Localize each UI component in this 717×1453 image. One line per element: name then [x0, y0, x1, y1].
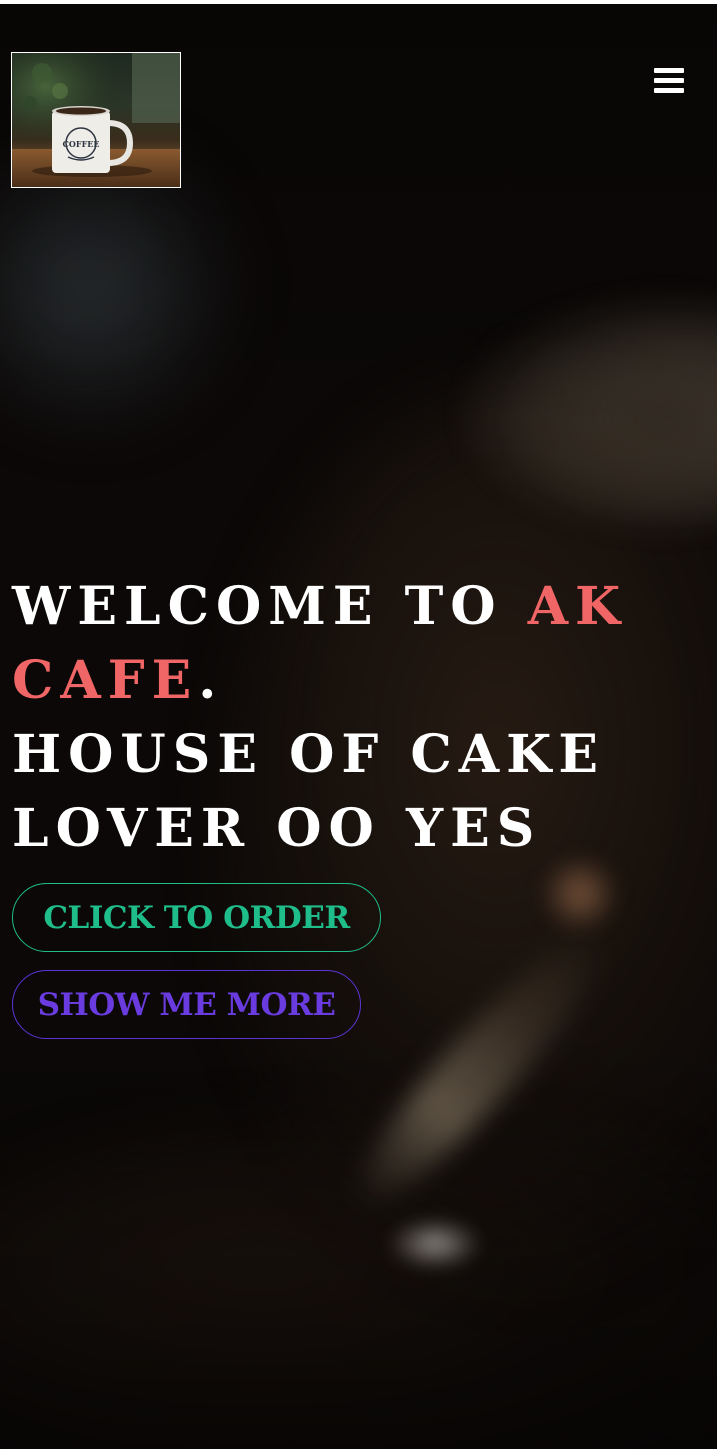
menu-bar	[654, 68, 684, 73]
logo-mug-text: COFFEE	[63, 139, 100, 149]
menu-bar	[654, 88, 684, 93]
coffee-mug-icon: COFFEE	[12, 53, 180, 187]
headline-line-2: CAFE.	[12, 644, 702, 718]
site-logo[interactable]: COFFEE	[11, 52, 181, 188]
headline-brand-ak: AK	[527, 576, 628, 637]
headline-welcome-text: WELCOME TO	[12, 576, 528, 637]
hero-section: COFFEE WELCOME TO AK CAFE. HOUSE OF CAKE…	[0, 4, 717, 1449]
hero-headline: WELCOME TO AK CAFE. HOUSE OF CAKE LOVER …	[12, 570, 702, 866]
menu-bar	[654, 78, 684, 83]
headline-period: .	[198, 650, 224, 711]
hamburger-menu-icon[interactable]	[652, 66, 686, 96]
headline-brand-cafe: CAFE	[12, 650, 199, 711]
headline-line-3: HOUSE OF CAKE	[12, 724, 605, 785]
click-to-order-button[interactable]: CLICK TO ORDER	[12, 883, 381, 952]
show-me-more-button[interactable]: SHOW ME MORE	[12, 970, 361, 1039]
headline-line-1: WELCOME TO AK	[12, 570, 702, 644]
headline-line-4: LOVER OO YES	[12, 798, 542, 859]
